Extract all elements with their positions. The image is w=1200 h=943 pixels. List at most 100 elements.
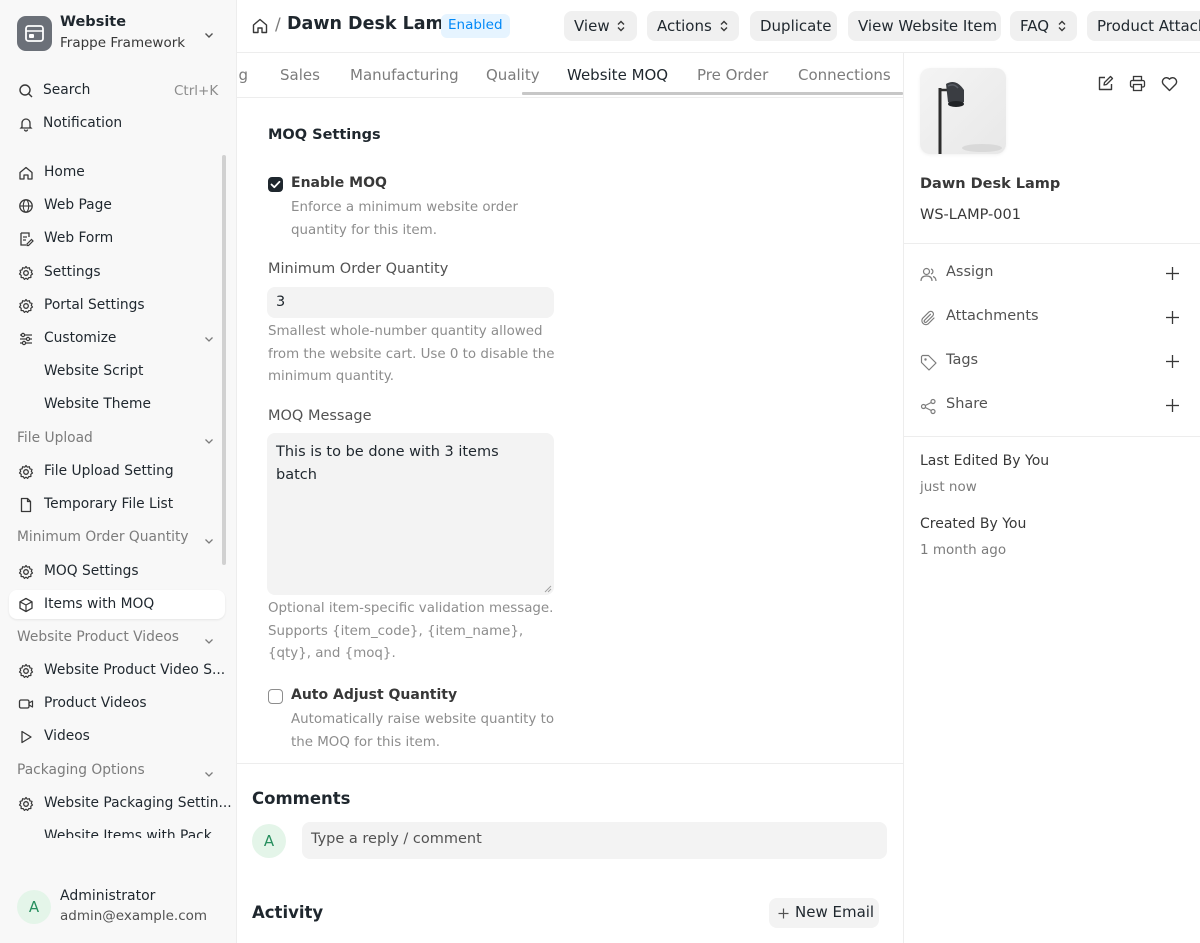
attachments-row[interactable]: Attachments	[920, 307, 1182, 329]
tag-icon	[920, 354, 937, 371]
view-button[interactable]: View	[564, 11, 637, 41]
sidebar-section-product-videos[interactable]: Website Product Videos	[17, 629, 179, 645]
edit-icon[interactable]	[1097, 75, 1114, 92]
new-email-button[interactable]: New Email	[769, 898, 879, 928]
tab-sales[interactable]: Sales	[280, 66, 320, 84]
duplicate-button[interactable]: Duplicate	[750, 11, 837, 41]
sidebar-item-website-script[interactable]: Website Script	[9, 357, 225, 386]
globe-icon	[19, 199, 33, 213]
tab-website-moq[interactable]: Website MOQ	[567, 66, 668, 84]
sidebar-item-website-product-video-settings[interactable]: Website Product Video S...	[9, 656, 225, 685]
product-attach-button[interactable]: Product Attach	[1087, 11, 1200, 41]
tab-scrollbar[interactable]	[522, 92, 903, 95]
sidebar-item-label: Product Videos	[44, 695, 147, 711]
sidebar-notification[interactable]: Notification	[9, 109, 225, 138]
min-qty-label: Minimum Order Quantity	[268, 261, 449, 277]
header-divider	[237, 52, 1200, 53]
file-icon	[20, 497, 32, 513]
tags-row[interactable]: Tags	[920, 351, 1182, 373]
comment-avatar: A	[252, 824, 286, 858]
min-qty-value: 3	[276, 294, 286, 310]
print-icon[interactable]	[1129, 75, 1146, 92]
heart-icon[interactable]	[1161, 76, 1178, 92]
box-icon	[19, 597, 33, 613]
sidebar: Website Frappe Framework Search Ctrl+K N…	[0, 0, 236, 943]
sidebar-item-items-with-moq[interactable]: Items with MOQ	[9, 590, 225, 619]
user-name[interactable]: Administrator	[60, 888, 155, 904]
sidebar-item-website-theme[interactable]: Website Theme	[9, 390, 225, 419]
last-edited-label: Last Edited By You	[920, 453, 1050, 469]
user-avatar[interactable]: A	[17, 890, 51, 924]
sidebar-item-videos[interactable]: Videos	[9, 722, 225, 751]
sidebar-item-temporary-file-list[interactable]: Temporary File List	[9, 490, 225, 519]
app-name[interactable]: Website	[60, 14, 126, 30]
sidebar-scrollbar[interactable]	[222, 155, 226, 565]
activity-title: Activity	[252, 903, 324, 922]
gear-icon	[18, 265, 34, 280]
actions-button[interactable]: Actions	[647, 11, 739, 41]
home-icon[interactable]	[251, 17, 269, 35]
faq-button[interactable]: FAQ	[1010, 11, 1077, 41]
resize-handle-icon[interactable]	[544, 585, 552, 593]
item-image[interactable]	[920, 68, 1006, 154]
tab-connections[interactable]: Connections	[798, 66, 891, 84]
gear-icon	[18, 298, 34, 313]
chevron-down-icon[interactable]	[203, 535, 215, 547]
sidebar-item-website-items-with-packaging[interactable]: Website Items with Pack...	[0, 826, 222, 838]
app-switcher-chevron-icon[interactable]	[203, 29, 215, 41]
paperclip-icon	[921, 310, 935, 326]
sidebar-item-file-upload-setting[interactable]: File Upload Setting	[9, 457, 225, 486]
page-title: Dawn Desk Lamp	[287, 14, 457, 34]
chevron-down-icon[interactable]	[203, 635, 215, 647]
min-qty-input[interactable]: 3	[267, 287, 554, 318]
plus-icon[interactable]	[1165, 266, 1180, 281]
assign-row[interactable]: Assign	[920, 263, 1182, 285]
moq-message-textarea[interactable]: This is to be done with 3 items batch	[267, 433, 554, 595]
desk-lamp-image	[938, 82, 1002, 154]
view-website-item-button[interactable]: View Website Item	[848, 11, 1001, 41]
share-row[interactable]: Share	[920, 395, 1182, 417]
comment-input[interactable]: Type a reply / comment	[302, 822, 887, 859]
comments-title: Comments	[252, 789, 351, 808]
auto-adjust-label[interactable]: Auto Adjust Quantity	[291, 687, 457, 703]
sidebar-item-customize[interactable]: Customize	[9, 324, 225, 353]
auto-adjust-checkbox[interactable]	[268, 689, 283, 704]
sidebar-item-moq-settings[interactable]: MOQ Settings	[9, 557, 225, 586]
sidebar-item-settings[interactable]: Settings	[9, 258, 225, 287]
chevron-down-icon[interactable]	[203, 768, 215, 780]
chevron-down-icon[interactable]	[203, 333, 215, 345]
enable-moq-label[interactable]: Enable MOQ	[291, 175, 387, 191]
app-logo[interactable]	[17, 16, 52, 51]
play-icon	[21, 730, 32, 744]
plus-icon[interactable]	[1165, 310, 1180, 325]
sidebar-search[interactable]: Search Ctrl+K	[9, 76, 225, 105]
tab-partial[interactable]: g	[237, 66, 248, 84]
right-panel-divider-2	[904, 436, 1200, 437]
plus-icon[interactable]	[1165, 354, 1180, 369]
assign-label: Assign	[946, 264, 994, 280]
duplicate-button-label: Duplicate	[760, 17, 832, 35]
sidebar-divider	[236, 0, 237, 943]
sidebar-item-label: Web Form	[44, 230, 114, 246]
sidebar-item-website-packaging-settings[interactable]: Website Packaging Settin...	[9, 789, 232, 818]
tab-quality[interactable]: Quality	[486, 66, 540, 84]
sidebar-item-web-page[interactable]: Web Page	[9, 191, 225, 220]
sidebar-section-moq[interactable]: Minimum Order Quantity	[17, 529, 189, 545]
tab-manufacturing[interactable]: Manufacturing	[350, 66, 459, 84]
min-qty-description: Smallest whole-number quantity allowed f…	[268, 324, 555, 384]
chevron-down-icon[interactable]	[203, 435, 215, 447]
sidebar-item-product-videos[interactable]: Product Videos	[9, 689, 225, 718]
plus-icon[interactable]	[1165, 398, 1180, 413]
sidebar-item-web-form[interactable]: Web Form	[9, 224, 225, 253]
status-badge: Enabled	[441, 14, 510, 38]
users-icon	[920, 267, 937, 282]
sidebar-item-home[interactable]: Home	[9, 158, 225, 187]
sidebar-section-file-upload[interactable]: File Upload	[17, 430, 93, 446]
enable-moq-checkbox[interactable]	[268, 177, 283, 192]
sidebar-item-portal-settings[interactable]: Portal Settings	[9, 291, 225, 320]
share-icon	[920, 398, 936, 415]
sidebar-item-label: Portal Settings	[44, 297, 145, 313]
sidebar-section-packaging[interactable]: Packaging Options	[17, 762, 145, 778]
tab-pre-order[interactable]: Pre Order	[697, 66, 768, 84]
actions-button-label: Actions	[657, 17, 712, 35]
